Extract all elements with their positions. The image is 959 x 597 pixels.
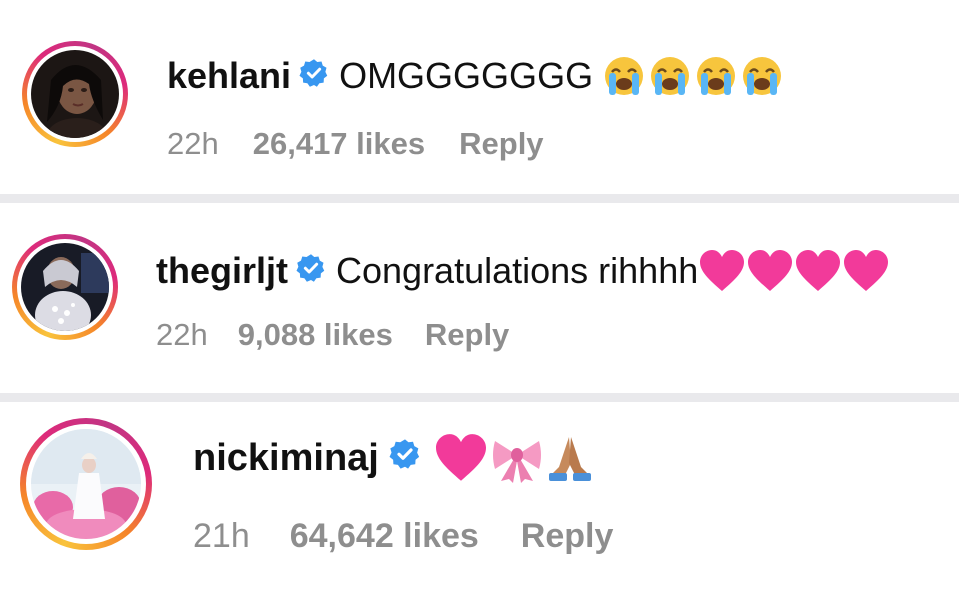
comment-nickiminaj: nickiminaj 21h 64,642 likes Reply [0,402,959,597]
loudly-crying-face-icon [651,57,690,95]
avatar-photo-icon [31,429,141,539]
likes-count[interactable]: 9,088 likes [238,317,393,353]
pink-heart-icon [435,434,486,481]
avatar[interactable] [22,41,128,147]
avatar[interactable] [12,234,118,340]
comment-meta: 22h 9,088 likes Reply [156,315,509,355]
divider [0,194,959,203]
divider [0,393,959,402]
loudly-crying-face-icon [697,57,736,95]
emoji-group [601,54,785,98]
timestamp: 21h [193,516,250,555]
reply-button[interactable]: Reply [459,126,543,162]
pink-heart-icon [748,250,793,291]
pink-ribbon-icon [492,441,541,483]
username[interactable]: nickiminaj [193,437,379,480]
comment-kehlani: kehlani OMGGGGGGG 22h 26,417 likes Reply [0,0,959,192]
folded-hands-icon [548,437,591,481]
comment-text: Congratulations rihhhh [336,250,699,291]
reply-button[interactable]: Reply [521,517,614,556]
timestamp: 22h [167,126,219,161]
comment-body: thegirljt Congratulations rihhhh [156,248,890,294]
loudly-crying-face-icon [605,57,644,95]
verified-badge-icon [296,250,326,292]
comment-thegirljt: thegirljt Congratulations rihhhh 22h 9,0… [0,203,959,393]
avatar-image [31,50,119,138]
reply-button[interactable]: Reply [425,317,509,353]
comment-meta: 22h 26,417 likes Reply [167,124,544,164]
likes-count[interactable]: 26,417 likes [253,126,425,162]
username[interactable]: kehlani [167,55,291,97]
pink-heart-icon [844,250,889,291]
comment-meta: 21h 64,642 likes Reply [193,514,613,558]
comment-text: OMGGGGGGG [339,55,594,96]
comment-body: kehlani OMGGGGGGG [167,53,785,99]
comment-body: nickiminaj [193,432,595,484]
pink-heart-icon [700,250,745,291]
pink-heart-icon [796,250,841,291]
avatar-image [21,243,109,331]
verified-badge-icon [389,437,421,480]
avatar-image [31,429,141,539]
emoji-group [698,249,890,293]
loudly-crying-face-icon [743,57,782,95]
emoji-group [433,433,595,483]
avatar-photo-icon [21,243,109,331]
likes-count[interactable]: 64,642 likes [290,517,479,556]
avatar-photo-icon [31,50,119,138]
username[interactable]: thegirljt [156,250,288,292]
avatar[interactable] [20,418,152,550]
verified-badge-icon [299,55,329,97]
timestamp: 22h [156,317,208,352]
